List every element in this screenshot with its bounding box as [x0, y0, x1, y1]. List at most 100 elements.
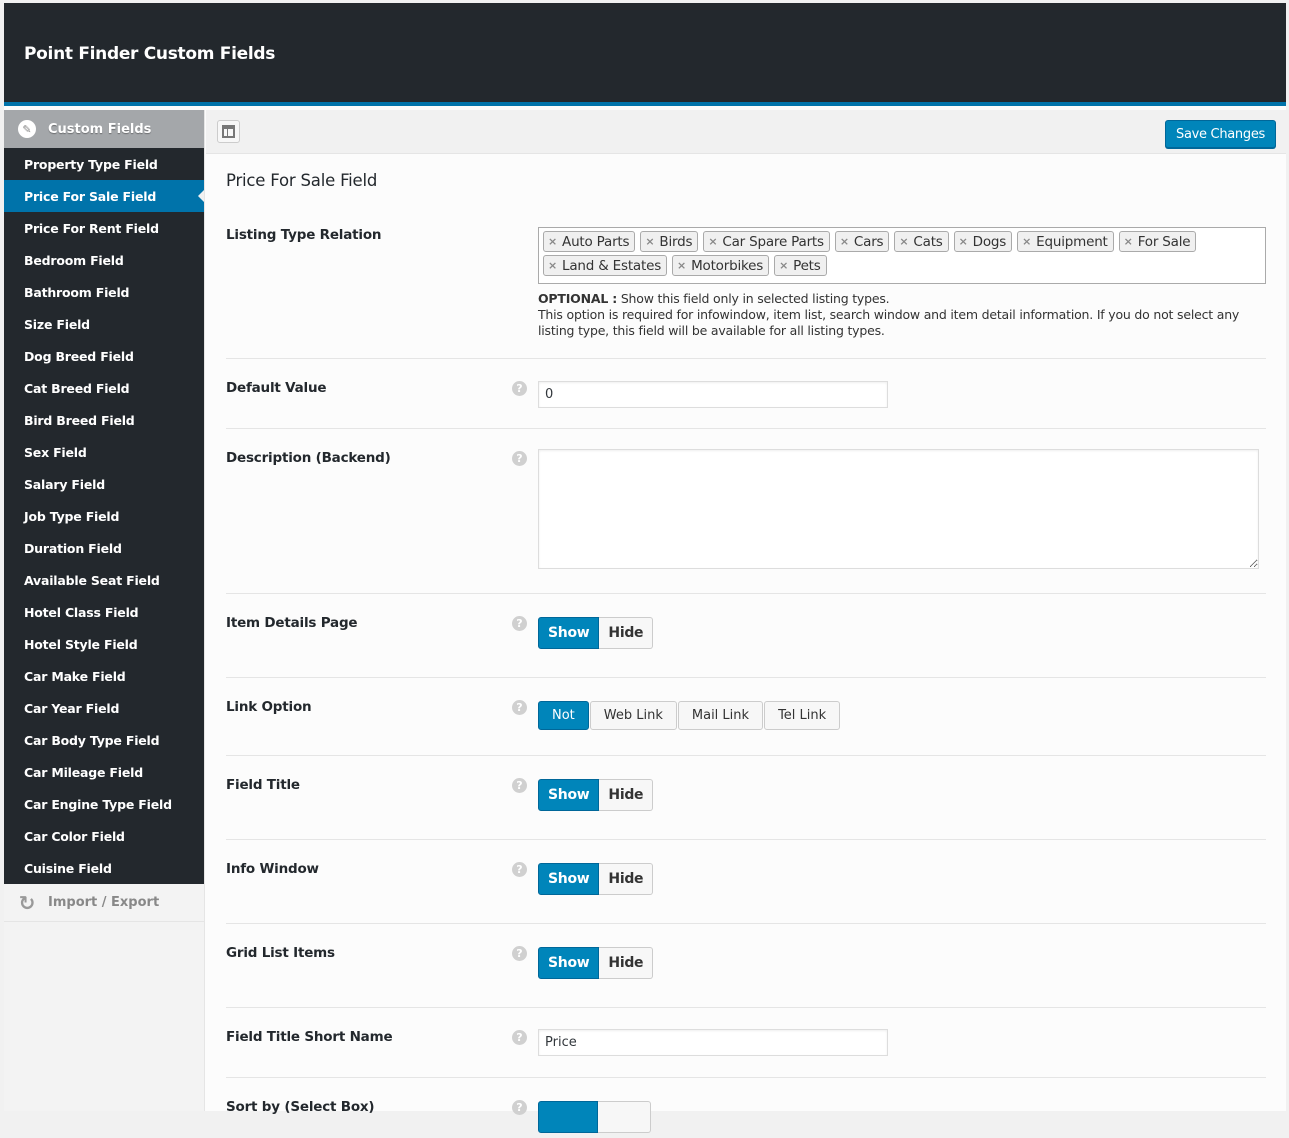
row-field-title: Field Title ? Show Hide: [226, 756, 1266, 840]
sidebar-item[interactable]: Size Field: [4, 308, 204, 340]
remove-tag-icon[interactable]: ×: [1022, 235, 1031, 248]
remove-tag-icon[interactable]: ×: [708, 235, 717, 248]
listing-type-tag: × Cats: [894, 231, 949, 252]
link-option-group: Not Web Link Mail Link Tel Link: [538, 701, 841, 730]
sidebar-section-custom-fields[interactable]: ✎ Custom Fields: [4, 110, 204, 148]
refresh-icon: ↻: [18, 890, 36, 915]
sidebar-item[interactable]: Car Engine Type Field: [4, 788, 204, 820]
import-export-label: Import / Export: [48, 895, 160, 910]
sidebar-item[interactable]: Car Mileage Field: [4, 756, 204, 788]
toggle-option-hide[interactable]: Hide: [599, 863, 654, 895]
listing-type-tag: × Car Spare Parts: [703, 231, 830, 252]
sidebar-item[interactable]: Cuisine Field: [4, 852, 204, 884]
listing-type-note: OPTIONAL : Show this field only in selec…: [538, 291, 1266, 339]
link-option-web-link[interactable]: Web Link: [589, 701, 677, 730]
remove-tag-icon[interactable]: ×: [548, 235, 557, 248]
toggle-option-show[interactable]: Show: [538, 617, 600, 649]
toggle-option-show[interactable]: Show: [538, 779, 600, 811]
grid-list-toggle: Show Hide: [538, 947, 654, 979]
sidebar-item[interactable]: Hotel Class Field: [4, 596, 204, 628]
row-sort-by: Sort by (Select Box) ?: [226, 1078, 1266, 1138]
default-value-input[interactable]: [538, 381, 888, 408]
listing-type-multiselect[interactable]: × Auto Parts × Birds × Car Spare Parts × Cars × C…: [538, 227, 1266, 284]
label-description: Description (Backend): [226, 450, 391, 466]
remove-tag-icon[interactable]: ×: [779, 259, 788, 272]
sidebar-item[interactable]: Bathroom Field: [4, 276, 204, 308]
listing-type-tag: × Auto Parts: [543, 231, 636, 252]
toggle-option-hide[interactable]: Hide: [599, 947, 654, 979]
sidebar-item[interactable]: Bedroom Field: [4, 244, 204, 276]
listing-type-tag: × Pets: [774, 255, 827, 276]
label-sort-by: Sort by (Select Box): [226, 1099, 375, 1115]
sidebar-item[interactable]: Dog Breed Field: [4, 340, 204, 372]
tag-label: Motorbikes: [691, 257, 764, 274]
help-icon[interactable]: ?: [512, 1100, 527, 1115]
short-name-input[interactable]: [538, 1029, 888, 1056]
sidebar-item[interactable]: Car Make Field: [4, 660, 204, 692]
link-option-mail-link[interactable]: Mail Link: [677, 701, 764, 730]
help-icon[interactable]: ?: [512, 1030, 527, 1045]
sidebar-item[interactable]: Price For Sale Field: [4, 180, 204, 212]
remove-tag-icon[interactable]: ×: [959, 235, 968, 248]
remove-tag-icon[interactable]: ×: [899, 235, 908, 248]
sidebar-item[interactable]: Sex Field: [4, 436, 204, 468]
tag-label: Equipment: [1036, 233, 1108, 250]
sidebar-item[interactable]: Available Seat Field: [4, 564, 204, 596]
help-icon[interactable]: ?: [512, 451, 527, 466]
sidebar-item[interactable]: Job Type Field: [4, 500, 204, 532]
info-window-toggle: Show Hide: [538, 863, 654, 895]
label-listing-type-relation: Listing Type Relation: [226, 227, 382, 243]
sidebar-list: Property Type Field Price For Sale Field P…: [4, 148, 204, 884]
sidebar-item[interactable]: Cat Breed Field: [4, 372, 204, 404]
wrench-icon: ✎: [18, 120, 36, 138]
remove-tag-icon[interactable]: ×: [840, 235, 849, 248]
sidebar-item[interactable]: Price For Rent Field: [4, 212, 204, 244]
remove-tag-icon[interactable]: ×: [645, 235, 654, 248]
help-icon[interactable]: ?: [512, 616, 527, 631]
sidebar-item[interactable]: Car Color Field: [4, 820, 204, 852]
sidebar-item[interactable]: Salary Field: [4, 468, 204, 500]
toggle-option-hide[interactable]: Hide: [599, 779, 654, 811]
label-info-window: Info Window: [226, 861, 319, 877]
tag-label: Car Spare Parts: [722, 233, 824, 250]
tag-label: Pets: [793, 257, 821, 274]
help-icon[interactable]: ?: [512, 778, 527, 793]
toggle-option-hide[interactable]: Hide: [599, 617, 654, 649]
save-changes-button[interactable]: Save Changes: [1165, 120, 1276, 148]
sidebar-item-import-export[interactable]: ↻ Import / Export: [4, 884, 204, 922]
sidebar-item[interactable]: Hotel Style Field: [4, 628, 204, 660]
page-title: Point Finder Custom Fields: [24, 44, 276, 64]
label-grid-list-items: Grid List Items: [226, 945, 335, 961]
help-icon[interactable]: ?: [512, 946, 527, 961]
link-option-tel-link[interactable]: Tel Link: [764, 701, 841, 730]
tag-label: Cars: [853, 233, 884, 250]
label-default-value: Default Value: [226, 380, 327, 396]
sidebar-item[interactable]: Car Year Field: [4, 692, 204, 724]
remove-tag-icon[interactable]: ×: [1124, 235, 1133, 248]
row-item-details-page: Item Details Page ? Show Hide: [226, 594, 1266, 678]
page-header: Point Finder Custom Fields: [4, 3, 1286, 106]
remove-tag-icon[interactable]: ×: [677, 259, 686, 272]
sidebar-item[interactable]: Car Body Type Field: [4, 724, 204, 756]
label-field-title-short-name: Field Title Short Name: [226, 1029, 393, 1045]
help-icon[interactable]: ?: [512, 862, 527, 877]
sidebar: ✎ Custom Fields Property Type Field Price…: [4, 110, 205, 1111]
listing-type-tag: × Cars: [834, 231, 890, 252]
layout-toggle-button[interactable]: [217, 120, 240, 143]
tag-label: Birds: [659, 233, 693, 250]
help-icon[interactable]: ?: [512, 700, 527, 715]
sidebar-item[interactable]: Duration Field: [4, 532, 204, 564]
help-icon[interactable]: ?: [512, 381, 527, 396]
toggle-option-show[interactable]: Show: [538, 863, 600, 895]
note-optional: OPTIONAL :: [538, 291, 618, 306]
remove-tag-icon[interactable]: ×: [548, 259, 557, 272]
sort-by-option-on[interactable]: [538, 1101, 598, 1133]
sort-by-option-off[interactable]: [598, 1101, 651, 1133]
sidebar-item[interactable]: Bird Breed Field: [4, 404, 204, 436]
toggle-option-show[interactable]: Show: [538, 947, 600, 979]
sidebar-item[interactable]: Property Type Field: [4, 148, 204, 180]
label-link-option: Link Option: [226, 699, 312, 715]
description-textarea[interactable]: [538, 449, 1259, 569]
row-description: Description (Backend) ?: [226, 429, 1266, 594]
link-option-not[interactable]: Not: [538, 701, 589, 730]
